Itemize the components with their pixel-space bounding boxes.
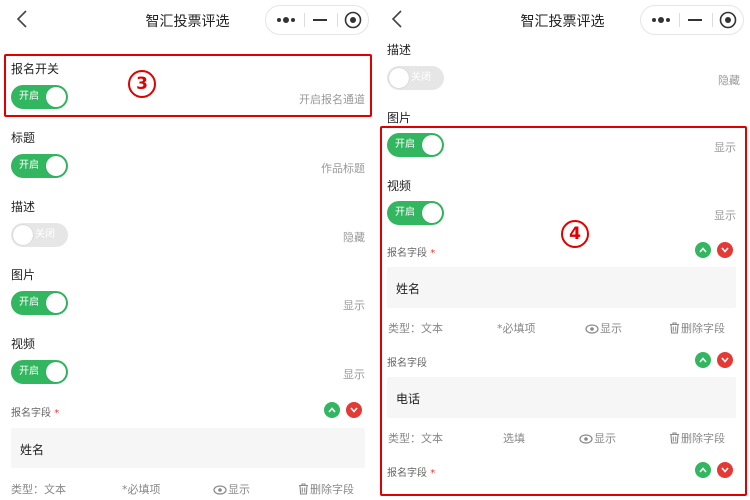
more-icon[interactable] — [269, 6, 303, 34]
image-row-label: 图片 — [387, 111, 412, 125]
toggle-text: 关闭 — [411, 72, 431, 83]
video-hint: 显示 — [343, 368, 365, 381]
toggle-text: 关闭 — [35, 229, 55, 240]
delete-field-button[interactable]: 删除字段 — [298, 481, 354, 497]
title-row-label: 标题 — [11, 131, 36, 145]
desc-toggle[interactable]: 关闭 — [387, 66, 444, 90]
more-icon[interactable] — [644, 6, 678, 34]
signup-field-title: 报名字段 * — [11, 408, 60, 419]
image-row-label: 图片 — [11, 268, 36, 282]
mini-program-capsule — [265, 5, 369, 35]
video-row-label: 视频 — [11, 337, 36, 351]
desc-toggle[interactable]: 关闭 — [11, 223, 68, 247]
desc-row-label: 描述 — [387, 43, 412, 57]
highlight-box-4 — [380, 126, 747, 496]
eye-icon — [213, 485, 227, 495]
toggle-knob — [389, 68, 409, 88]
toggle-knob — [46, 362, 66, 382]
desc-row-label: 描述 — [11, 200, 36, 214]
close-circle-icon[interactable] — [711, 6, 745, 34]
image-hint: 显示 — [343, 299, 365, 312]
field-required[interactable]: *必填项 — [122, 481, 161, 497]
left-screen: 智汇投票评选 报名开关 开启 开启报名通道 3 标题 开启 作品标题 描述 关闭… — [0, 0, 375, 500]
move-up-button[interactable] — [324, 402, 340, 418]
nav-bar: 智汇投票评选 — [375, 0, 750, 40]
toggle-knob — [13, 225, 33, 245]
field-show-toggle[interactable]: 显示 — [213, 481, 250, 497]
toggle-text: 开启 — [19, 160, 39, 171]
toggle-knob — [46, 293, 66, 313]
toggle-knob — [46, 156, 66, 176]
image-toggle[interactable]: 开启 — [11, 291, 68, 315]
field-name-input[interactable]: 姓名 — [11, 428, 365, 468]
chevron-down-icon — [350, 407, 358, 413]
desc-hint: 隐藏 — [343, 231, 365, 244]
right-screen: 智汇投票评选 描述 关闭 隐藏 图片 开启 显示 视频 开启 显示 报名字段 *… — [375, 0, 750, 500]
toggle-text: 开启 — [19, 366, 39, 377]
trash-icon — [299, 483, 308, 495]
title-hint: 作品标题 — [321, 162, 365, 175]
desc-hint: 隐藏 — [718, 74, 740, 87]
video-toggle[interactable]: 开启 — [11, 360, 68, 384]
mini-program-capsule — [640, 5, 744, 35]
close-circle-icon[interactable] — [336, 6, 370, 34]
title-toggle[interactable]: 开启 — [11, 154, 68, 178]
minimize-icon[interactable] — [303, 6, 337, 34]
step-badge-3: 3 — [128, 70, 156, 98]
field-type: 类型：文本 — [11, 483, 66, 496]
nav-bar: 智汇投票评选 — [0, 0, 375, 40]
chevron-up-icon — [328, 407, 336, 413]
highlight-box-3 — [4, 54, 372, 117]
toggle-text: 开启 — [19, 297, 39, 308]
minimize-icon[interactable] — [678, 6, 712, 34]
step-badge-4: 4 — [561, 220, 589, 248]
move-down-button[interactable] — [346, 402, 362, 418]
